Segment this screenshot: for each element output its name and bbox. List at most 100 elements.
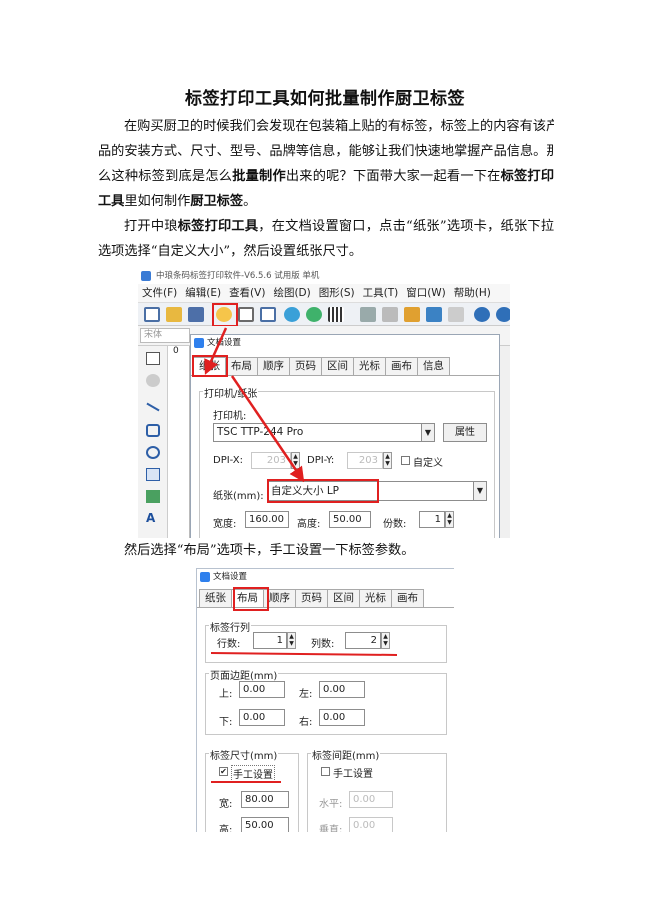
- dialog-icon: [194, 338, 204, 348]
- dialog-title-text: 文档设置: [213, 572, 248, 582]
- label-width-input[interactable]: 80.00: [241, 791, 289, 808]
- tab-info[interactable]: 信息: [417, 357, 450, 375]
- zoom-out-icon[interactable]: [496, 307, 510, 322]
- tab-cursor[interactable]: 光标: [359, 589, 392, 607]
- margin-left-input[interactable]: 0.00: [319, 681, 365, 698]
- document-title: 标签打印工具如何批量制作厨卫标签: [185, 89, 465, 109]
- tab-order[interactable]: 顺序: [257, 357, 290, 375]
- paste-icon[interactable]: [404, 307, 420, 322]
- new-document-icon[interactable]: [144, 307, 160, 322]
- menu-view[interactable]: 查看(V): [229, 284, 265, 302]
- gap-manual-checkbox[interactable]: [321, 767, 330, 776]
- height-input[interactable]: 50.00: [329, 511, 371, 528]
- image-tool-icon[interactable]: [146, 490, 160, 503]
- text-line: 在购买厨卫的时候我们会发现在包装箱上贴的有标签，标签上的内容有该产: [124, 119, 554, 134]
- cols-stepper[interactable]: ▲ ▼: [381, 632, 390, 649]
- menu-help[interactable]: 帮助(H): [454, 284, 491, 302]
- copy-icon[interactable]: [382, 307, 398, 322]
- printer-select[interactable]: TSC TTP-244 Pro: [213, 423, 435, 442]
- ruler-number: 0: [173, 346, 179, 356]
- tab-canvas[interactable]: 画布: [385, 357, 418, 375]
- dialog-icon: [200, 572, 210, 582]
- redo-icon[interactable]: [448, 307, 464, 322]
- tab-cursor[interactable]: 光标: [353, 357, 386, 375]
- margin-bottom-input[interactable]: 0.00: [239, 709, 285, 726]
- zoom-in-icon[interactable]: [474, 307, 490, 322]
- document-settings-dialog: 文档设置 纸张 布局 顺序 页码 区间 光标 画布 信息 打印机/纸张 打印机:…: [190, 334, 500, 538]
- rows-input[interactable]: 1: [253, 632, 287, 649]
- paper-dropdown-arrow-icon[interactable]: ▼: [473, 481, 487, 501]
- bold-text: 标签打印工具: [177, 219, 259, 234]
- barcode-icon[interactable]: [328, 307, 344, 322]
- text: ，在文档设置窗口，点击“纸张”选项卡，纸张下拉: [258, 219, 554, 234]
- save-icon[interactable]: [188, 307, 204, 322]
- copies-input[interactable]: 1: [419, 511, 445, 528]
- label-height-label: 高:: [219, 825, 233, 832]
- ellipse-tool-icon[interactable]: [146, 446, 160, 459]
- gap-horizontal-input[interactable]: 0.00: [349, 791, 393, 808]
- size-manual-underline: [211, 781, 281, 783]
- rotate-icon[interactable]: [146, 374, 160, 387]
- dpi-y-stepper[interactable]: ▲ ▼: [383, 452, 392, 469]
- paper-size-label: 纸张(mm):: [213, 491, 264, 502]
- menu-draw[interactable]: 绘图(D): [273, 284, 310, 302]
- label-height-input[interactable]: 50.00: [241, 817, 289, 832]
- tab-paper[interactable]: 纸张: [199, 589, 232, 607]
- custom-dpi-checkbox[interactable]: [401, 456, 410, 465]
- font-select[interactable]: 宋体: [140, 328, 190, 343]
- document-settings-dialog-layout: 文档设置 纸张 布局 顺序 页码 区间 光标 画布 标签行列 行数: 1 ▲ ▼ …: [196, 568, 454, 832]
- tab-range[interactable]: 区间: [327, 589, 360, 607]
- page-margin-group-label: 页面边距(mm): [209, 667, 279, 682]
- margin-right-input[interactable]: 0.00: [319, 709, 365, 726]
- tab-page-number[interactable]: 页码: [295, 589, 328, 607]
- bold-text: 批量制作: [232, 169, 286, 184]
- intro-paragraph: 在购买厨卫的时候我们会发现在包装箱上贴的有标签，标签上的内容有该产 品的安装方式…: [98, 114, 554, 214]
- height-label: 高度:: [297, 519, 321, 530]
- printer-properties-button[interactable]: 属性: [443, 423, 487, 442]
- copies-stepper[interactable]: ▲ ▼: [445, 511, 454, 528]
- dpi-x-stepper[interactable]: ▲ ▼: [291, 452, 300, 469]
- undo-icon[interactable]: [426, 307, 442, 322]
- menu-window[interactable]: 窗口(W): [406, 284, 446, 302]
- batch-icon[interactable]: [306, 307, 322, 322]
- menu-edit[interactable]: 编辑(E): [185, 284, 221, 302]
- menu-file[interactable]: 文件(F): [142, 284, 177, 302]
- barcode-tool-icon[interactable]: [146, 468, 160, 481]
- tab-layout[interactable]: 布局: [225, 357, 258, 375]
- tab-canvas[interactable]: 画布: [391, 589, 424, 607]
- dpi-x-label: DPI-X:: [213, 455, 244, 466]
- bold-text: 标签打印: [500, 169, 554, 184]
- dialog-title: 文档设置: [197, 569, 454, 585]
- line-tool-icon[interactable]: [146, 402, 160, 412]
- text: 里如何制作: [124, 194, 191, 209]
- tab-page-number[interactable]: 页码: [289, 357, 322, 375]
- size-manual-label: 手工设置: [231, 765, 275, 782]
- dialog-title: 文档设置: [191, 335, 499, 351]
- dpi-y-input[interactable]: 203: [347, 452, 383, 469]
- width-input[interactable]: 160.00: [245, 511, 289, 528]
- select-pointer-icon[interactable]: [146, 352, 160, 365]
- caption-layout-step: 然后选择“布局”选项卡，手工设置一下标签参数。: [124, 543, 415, 558]
- margin-top-input[interactable]: 0.00: [239, 681, 285, 698]
- text-tool-icon[interactable]: A: [146, 512, 160, 525]
- cols-label: 列数:: [311, 639, 335, 650]
- tab-range[interactable]: 区间: [321, 357, 354, 375]
- paper-select-highlight: [267, 479, 379, 503]
- print-preview-icon[interactable]: [260, 307, 276, 322]
- size-manual-checkbox[interactable]: ✔: [219, 767, 228, 776]
- printer-dropdown-arrow-icon[interactable]: ▼: [421, 423, 435, 442]
- dpi-x-input[interactable]: 203: [251, 452, 291, 469]
- rows-stepper[interactable]: ▲ ▼: [287, 632, 296, 649]
- margin-right-label: 右:: [299, 717, 313, 728]
- menu-shape[interactable]: 图形(S): [319, 284, 355, 302]
- rectangle-tool-icon[interactable]: [146, 424, 160, 437]
- print-icon[interactable]: [238, 307, 254, 322]
- gap-vertical-input[interactable]: 0.00: [349, 817, 393, 832]
- open-folder-icon[interactable]: [166, 307, 182, 322]
- drawing-tools-panel: A: [138, 346, 168, 538]
- database-icon[interactable]: [284, 307, 300, 322]
- menu-tools[interactable]: 工具(T): [363, 284, 399, 302]
- cols-input[interactable]: 2: [345, 632, 381, 649]
- text-line: 打开中琅标签打印工具，在文档设置窗口，点击“纸张”选项卡，纸张下拉: [98, 214, 554, 239]
- cut-icon[interactable]: [360, 307, 376, 322]
